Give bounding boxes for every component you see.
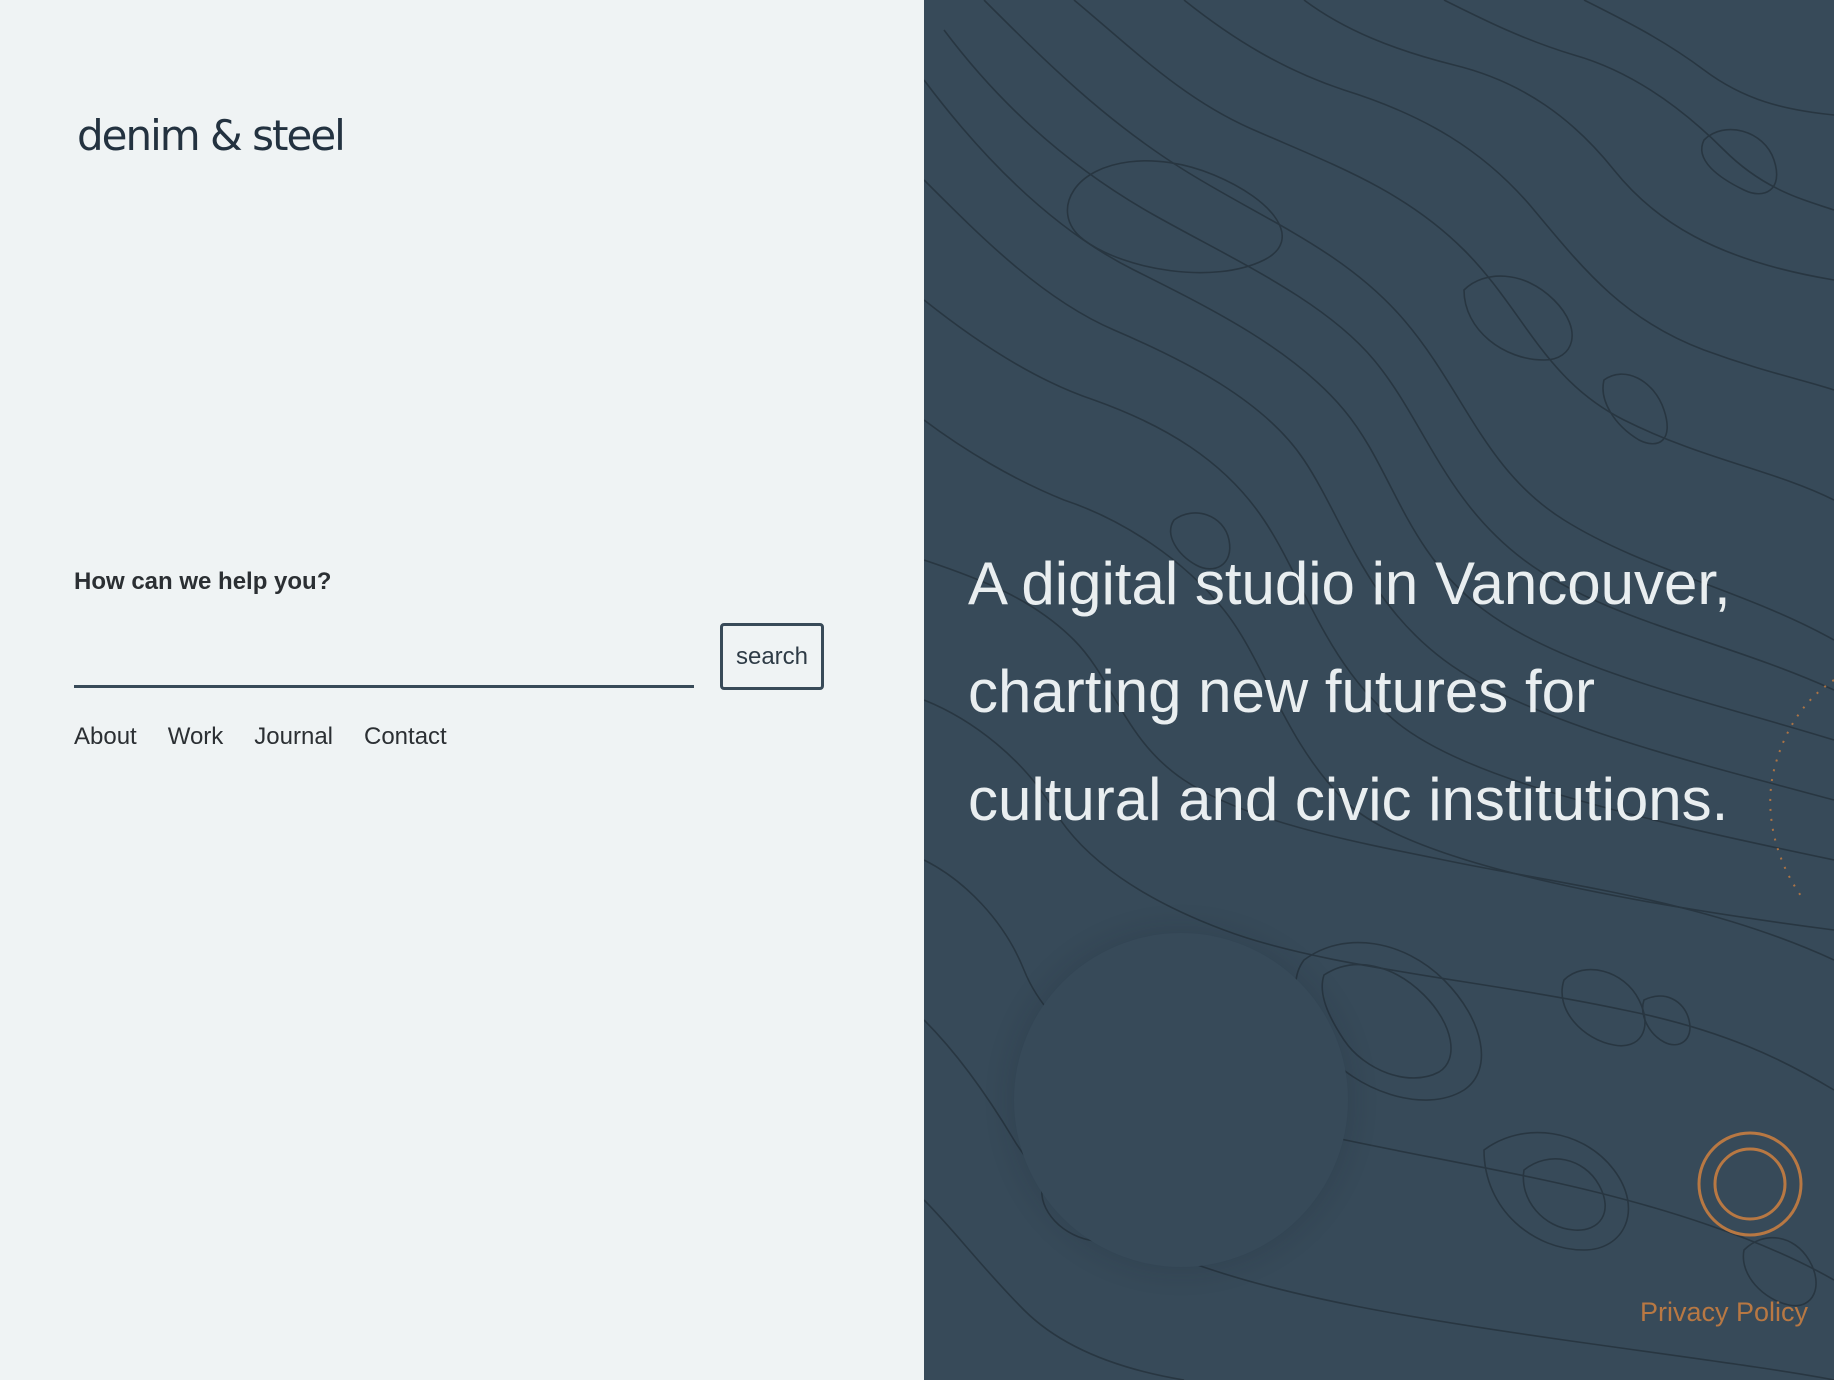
main-nav: About Work Journal Contact <box>74 720 478 754</box>
nav-link-about[interactable]: About <box>74 720 137 754</box>
hero-headline: A digital studio in Vancouver, charting … <box>968 530 1828 854</box>
decorative-circle <box>1014 933 1348 1267</box>
privacy-policy-link[interactable]: Privacy Policy <box>1640 1294 1808 1330</box>
left-panel: denim & steel How can we help you? searc… <box>0 0 924 1380</box>
nav-link-journal[interactable]: Journal <box>254 720 333 754</box>
hero-line-2: charting new futures for <box>968 658 1595 725</box>
page: denim & steel How can we help you? searc… <box>0 0 1834 1380</box>
nav-link-contact[interactable]: Contact <box>364 720 447 754</box>
search-input[interactable] <box>74 622 694 688</box>
brand-logo[interactable]: denim & steel <box>77 108 346 164</box>
hero-line-3: cultural and civic institutions. <box>968 766 1729 833</box>
hero-line-1: A digital studio in Vancouver, <box>968 550 1731 617</box>
search-button[interactable]: search <box>720 623 824 690</box>
concentric-circles-icon[interactable] <box>1696 1130 1804 1238</box>
right-panel: A digital studio in Vancouver, charting … <box>924 0 1834 1380</box>
search-label: How can we help you? <box>74 568 332 595</box>
nav-link-work[interactable]: Work <box>168 720 224 754</box>
